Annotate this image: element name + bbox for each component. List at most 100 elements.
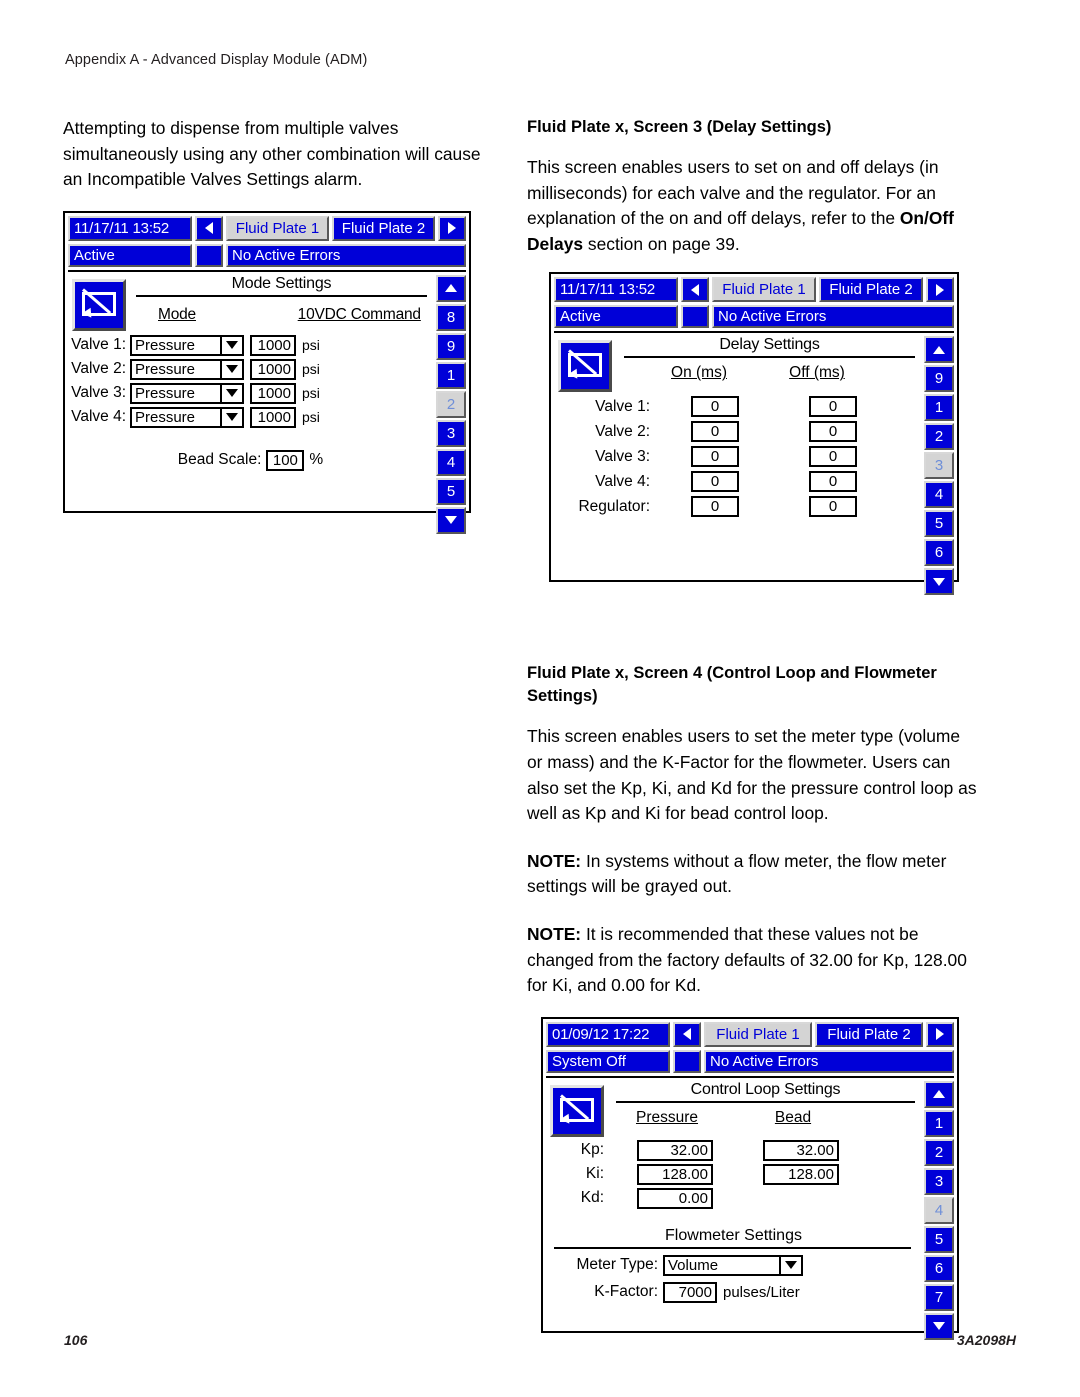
key-5[interactable]: 5 xyxy=(924,1225,954,1253)
key-4[interactable]: 4 xyxy=(924,1196,954,1224)
tab-fluid-plate-1[interactable]: Fluid Plate 1 xyxy=(712,277,816,303)
page-number: 106 xyxy=(64,1332,88,1348)
adm-screen-control-loop-settings[interactable]: 01/09/12 17:22 Fluid Plate 1 Fluid Plate… xyxy=(541,1016,959,1340)
chevron-down-icon[interactable] xyxy=(779,1256,801,1274)
edit-screen-icon[interactable] xyxy=(72,278,126,331)
key-4[interactable]: 4 xyxy=(924,481,954,509)
meter-type-select[interactable]: Volume xyxy=(663,1254,803,1276)
delay-on-input[interactable]: 0 xyxy=(691,396,739,418)
key-6[interactable]: 6 xyxy=(924,539,954,567)
edit-screen-icon[interactable] xyxy=(550,1084,604,1137)
valve-setpoint-input[interactable]: 1000 xyxy=(250,382,296,404)
chevron-down-icon[interactable] xyxy=(220,384,242,402)
delay-on-input[interactable]: 0 xyxy=(691,446,739,468)
chevron-down-icon[interactable] xyxy=(220,360,242,378)
key-4[interactable]: 4 xyxy=(436,448,466,476)
kfactor-row: K-Factor: 7000 pulses/Liter xyxy=(546,1281,921,1303)
key-5[interactable]: 5 xyxy=(924,510,954,538)
meter-type-row: Meter Type: Volume xyxy=(546,1254,921,1276)
key-6[interactable]: 6 xyxy=(924,1254,954,1282)
chevron-down-icon[interactable] xyxy=(220,408,242,426)
delay-off-input[interactable]: 0 xyxy=(809,446,857,468)
valve-setpoint-input[interactable]: 1000 xyxy=(250,358,296,380)
valve-setpoint-input[interactable]: 1000 xyxy=(250,406,296,428)
key-2[interactable]: 2 xyxy=(436,390,466,418)
arrow-left-icon[interactable] xyxy=(681,277,709,303)
arrow-right-icon[interactable] xyxy=(926,1021,954,1047)
kp-bead-input[interactable]: 32.00 xyxy=(763,1139,839,1161)
system-status: Active xyxy=(68,243,192,267)
key-1[interactable]: 1 xyxy=(436,361,466,389)
tab-fluid-plate-2[interactable]: Fluid Plate 2 xyxy=(815,1021,923,1047)
key-9[interactable]: 9 xyxy=(924,365,954,393)
delay-on-input[interactable]: 0 xyxy=(691,496,739,518)
note-1-label: NOTE: xyxy=(527,850,582,871)
key-2[interactable]: 2 xyxy=(924,423,954,451)
key-up-arrow[interactable] xyxy=(436,274,466,302)
key-5[interactable]: 5 xyxy=(436,477,466,505)
error-status: No Active Errors xyxy=(226,243,466,267)
adm-screen-mode-settings[interactable]: 11/17/11 13:52 Fluid Plate 1 Fluid Plate… xyxy=(63,210,471,534)
meter-type-value: Volume xyxy=(668,1256,719,1274)
adm-titlebar: 11/17/11 13:52 Fluid Plate 1 Fluid Plate… xyxy=(68,215,466,241)
arrow-right-icon[interactable] xyxy=(926,277,954,303)
key-up-arrow[interactable] xyxy=(924,336,954,364)
tab-fluid-plate-2[interactable]: Fluid Plate 2 xyxy=(819,277,923,303)
valve-type-select[interactable]: Pressure xyxy=(130,382,244,404)
section3-text-a: This screen enables users to set on and … xyxy=(527,157,939,229)
key-2[interactable]: 2 xyxy=(924,1138,954,1166)
bead-scale-input[interactable]: 100 xyxy=(266,449,305,471)
key-3[interactable]: 3 xyxy=(436,419,466,447)
ki-pressure-input[interactable]: 128.00 xyxy=(637,1163,713,1185)
key-down-arrow[interactable] xyxy=(436,506,466,534)
delay-off-input[interactable]: 0 xyxy=(809,471,857,493)
key-3[interactable]: 3 xyxy=(924,1167,954,1195)
delay-on-input[interactable]: 0 xyxy=(691,421,739,443)
key-up-arrow[interactable] xyxy=(924,1080,954,1108)
key-down-arrow[interactable] xyxy=(924,568,954,596)
adm-titlebar: 01/09/12 17:22 Fluid Plate 1 Fluid Plate… xyxy=(546,1021,954,1047)
valve-type-value: Pressure xyxy=(135,360,196,378)
kp-pressure-input[interactable]: 32.00 xyxy=(637,1139,713,1161)
chevron-down-icon[interactable] xyxy=(220,336,242,354)
delay-row-label: Valve 2: xyxy=(595,422,650,440)
key-1[interactable]: 1 xyxy=(924,394,954,422)
col-header-off: Off (ms) xyxy=(789,364,845,382)
key-3[interactable]: 3 xyxy=(924,452,954,480)
key-down-arrow[interactable] xyxy=(924,1312,954,1340)
note-2-label: NOTE: xyxy=(527,923,582,944)
valve-type-value: Pressure xyxy=(135,336,196,354)
key-7[interactable]: 7 xyxy=(924,1283,954,1311)
valve-type-select[interactable]: Pressure xyxy=(130,334,244,356)
kfactor-unit: pulses/Liter xyxy=(723,1283,800,1301)
mode-label: Mode xyxy=(158,305,196,323)
ki-bead-input[interactable]: 128.00 xyxy=(763,1163,839,1185)
valve-type-select[interactable]: Pressure xyxy=(130,406,244,428)
key-1[interactable]: 1 xyxy=(924,1109,954,1137)
delay-off-input[interactable]: 0 xyxy=(809,421,857,443)
kd-pressure-input[interactable]: 0.00 xyxy=(637,1187,713,1209)
delay-row-label: Valve 3: xyxy=(595,447,650,465)
key-8[interactable]: 8 xyxy=(436,303,466,331)
valve-setpoint-input[interactable]: 1000 xyxy=(250,334,296,356)
tab-fluid-plate-1[interactable]: Fluid Plate 1 xyxy=(704,1021,812,1047)
valve-unit: psi xyxy=(302,337,320,354)
delay-on-input[interactable]: 0 xyxy=(691,471,739,493)
delay-off-input[interactable]: 0 xyxy=(809,396,857,418)
arrow-left-icon[interactable] xyxy=(195,215,223,241)
valve-unit: psi xyxy=(302,361,320,378)
valve-type-select[interactable]: Pressure xyxy=(130,358,244,380)
tab-fluid-plate-2[interactable]: Fluid Plate 2 xyxy=(332,215,435,241)
mode-value: 10VDC Command xyxy=(297,305,421,323)
arrow-left-icon[interactable] xyxy=(673,1021,701,1047)
key-9[interactable]: 9 xyxy=(436,332,466,360)
adm-screen-delay-settings[interactable]: 11/17/11 13:52 Fluid Plate 1 Fluid Plate… xyxy=(549,272,959,596)
section3-text-b: section on page 39. xyxy=(583,233,740,254)
kfactor-input[interactable]: 7000 xyxy=(663,1281,717,1303)
edit-screen-icon[interactable] xyxy=(558,340,612,393)
delay-off-input[interactable]: 0 xyxy=(809,496,857,518)
screen-title: Delay Settings xyxy=(719,336,820,354)
arrow-right-icon[interactable] xyxy=(438,215,466,241)
flowmeter-section-title: Flowmeter Settings xyxy=(665,1226,802,1244)
tab-fluid-plate-1[interactable]: Fluid Plate 1 xyxy=(226,215,329,241)
